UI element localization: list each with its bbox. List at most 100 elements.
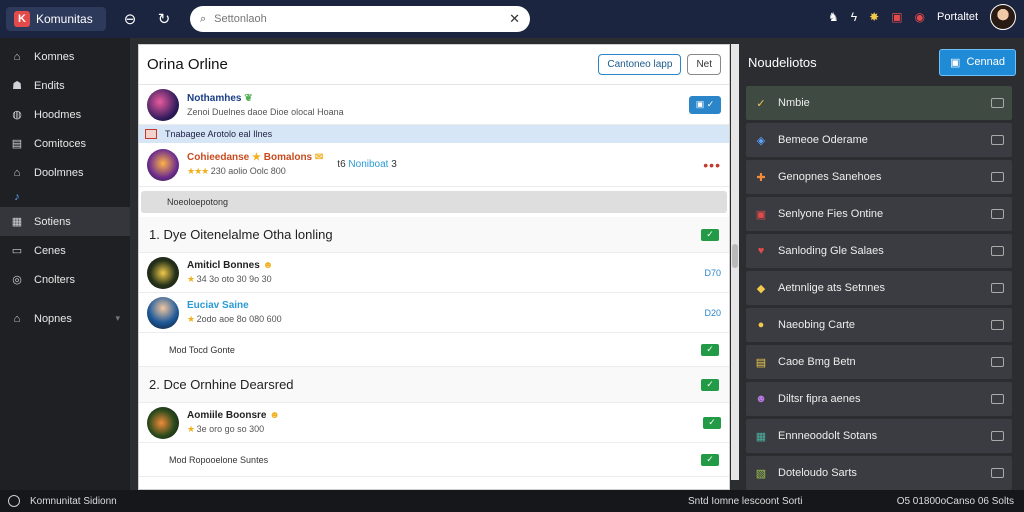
star-icon[interactable]: ✸ [869, 10, 879, 24]
section-header[interactable]: 2. Dce Ornhine Dearsred ✓ [139, 367, 729, 403]
expand-icon[interactable] [991, 320, 1004, 330]
expand-icon[interactable] [991, 394, 1004, 404]
post-author: Nothamhes [187, 92, 242, 104]
search-input[interactable] [214, 13, 502, 25]
controller-icon[interactable]: ♞ [828, 10, 839, 24]
notification-item[interactable]: ✚ Genopnes Sanehoes [746, 160, 1012, 194]
app-name: Komunitas [36, 12, 93, 26]
pin-button[interactable]: ▣ ✓ [689, 95, 721, 114]
chevron-down-icon[interactable]: ▾ [115, 313, 120, 324]
expand-icon[interactable] [991, 172, 1004, 182]
banner-icon [145, 129, 157, 139]
expand-icon[interactable] [991, 357, 1004, 367]
app-brand[interactable]: K Komunitas [6, 7, 106, 31]
list-item[interactable]: Amiticl Bonnes ☻ ★ 34 3o oto 30 9o 30 D7… [139, 253, 729, 293]
check-icon[interactable]: ✓ [701, 378, 719, 391]
sidebar-item-endits[interactable]: ☗ Endits [0, 71, 130, 100]
notification-label: Aetnnlige ats Setnnes [778, 282, 886, 294]
expand-icon[interactable] [991, 431, 1004, 441]
sidebar-item-hoodmes[interactable]: ◍ Hoodmes [0, 100, 130, 129]
list-item[interactable]: Aomiile Boonsre ☻ ★ 3e oro go so 300 ✓ [139, 403, 729, 443]
user-name[interactable]: Portaltet [937, 11, 978, 23]
search-bar[interactable]: ⌕ ✕ [190, 6, 530, 32]
list-item[interactable]: Euciav Saine ★ 2odo aoe 8o 080 600 D20 [139, 293, 729, 333]
post-item[interactable]: Cohieedanse ★ Bomalons ✉ ★★★ 230 aolio O… [139, 143, 729, 187]
sidebar-item-label: Cnolters [34, 273, 75, 286]
sidebar-item-music[interactable]: ♪ [0, 187, 130, 207]
avatar-icon: ☻ [755, 393, 767, 405]
item-label: Mod Tocd Gonte [169, 344, 235, 355]
expand-icon[interactable] [991, 246, 1004, 256]
section-header[interactable]: 1. Dye Oitenelalme Otha lonling ✓ [139, 217, 729, 253]
status-icon[interactable] [8, 495, 20, 507]
collapsed-section-bar[interactable]: Noeoloepotong [141, 191, 727, 213]
user-avatar[interactable] [990, 4, 1016, 30]
sidebar-item-nopnes[interactable]: ⌂ Nopnes ▾ [0, 304, 130, 333]
list-item[interactable]: Mod Tocd Gonte ✓ [139, 333, 729, 367]
notification-item[interactable]: ▦ Ennneoodolt Sotans [746, 419, 1012, 453]
settings-icon: ◎ [12, 274, 22, 286]
create-button[interactable]: ▣ Cennad [939, 48, 1016, 76]
notification-item[interactable]: ▤ Caoe Bmg Betn [746, 345, 1012, 379]
notification-item[interactable]: ▧ Doteloudo Sarts [746, 456, 1012, 490]
more-options-icon[interactable]: ••• [703, 157, 721, 173]
search-icon: ⌕ [200, 12, 207, 25]
expand-icon[interactable] [991, 209, 1004, 219]
post-author: Cohieedanse [187, 152, 250, 163]
sidebar-item-komnes[interactable]: ⌂ Komnes [0, 42, 130, 71]
check-icon[interactable]: ✓ [703, 416, 721, 429]
rating-stars: ★★★ [187, 166, 209, 176]
section-number: 2. [149, 377, 160, 392]
home-icon: ⌂ [13, 166, 21, 179]
post-tag-link[interactable]: Noniboat [348, 159, 388, 170]
post-stats: 230 aolio Oolc 800 [210, 166, 286, 176]
back-icon[interactable]: ⊖ [120, 10, 140, 28]
notification-icon[interactable]: ▣ [891, 10, 902, 24]
expand-icon[interactable] [991, 135, 1004, 145]
right-panel-title: Noudeliotos [748, 54, 817, 70]
check-icon[interactable]: ✓ [701, 228, 719, 241]
main-header: Orina Orline Cantoneo lapp Net [139, 45, 729, 85]
clear-search-icon[interactable]: ✕ [509, 11, 520, 27]
gem-icon: ◆ [756, 282, 766, 295]
map-icon: ▦ [755, 430, 767, 443]
main-scrollbar-thumb[interactable] [732, 244, 738, 268]
monitor-icon: ▭ [11, 245, 23, 257]
notification-item[interactable]: ▣ Senlyone Fies Ontine [746, 197, 1012, 231]
sidebar-item-cnolters[interactable]: ◎ Cnolters [0, 265, 130, 294]
status-mid-text: Sntd Iomne lescoont Sorti [688, 495, 803, 507]
sidebar-item-cenes[interactable]: ▭ Cenes [0, 236, 130, 265]
item-value: D70 [704, 267, 721, 278]
notification-label: Bemeoe Oderame [778, 134, 868, 146]
notification-item[interactable]: ☻ Diltsr fipra aenes [746, 382, 1012, 416]
post-avatar [147, 88, 179, 121]
notification-item[interactable]: ✓ Nmbie [746, 86, 1012, 120]
leaf-icon: ❦ [244, 92, 253, 104]
primary-action-button[interactable]: Cantoneo lapp [598, 54, 682, 75]
notification-item[interactable]: ● Naeobing Carte [746, 308, 1012, 342]
gamepad-icon: ◍ [12, 109, 22, 121]
list-item[interactable]: Mod Ropooelone Suntes ✓ [139, 443, 729, 477]
sidebar-item-comitoces[interactable]: ▤ Comitoces [0, 129, 130, 158]
post-tag-count: 3 [391, 159, 397, 170]
lightning-icon[interactable]: ϟ [851, 10, 857, 24]
item-avatar [147, 256, 179, 289]
refresh-icon[interactable]: ↻ [154, 10, 174, 28]
post-item[interactable]: Nothamhes ❦ Zenoi Duelnes daoe Dioe oloc… [139, 85, 729, 125]
circle-icon: ● [757, 319, 765, 331]
sidebar-item-doolmnes[interactable]: ⌂ Doolmnes [0, 158, 130, 187]
top-right-actions: ♞ ϟ ✸ ▣ ◉ Portaltet [828, 4, 1016, 30]
record-icon[interactable]: ◉ [915, 10, 925, 24]
secondary-action-button[interactable]: Net [687, 54, 721, 75]
expand-icon[interactable] [991, 98, 1004, 108]
check-icon[interactable]: ✓ [701, 343, 719, 356]
notification-label: Genopnes Sanehoes [778, 171, 882, 183]
sidebar-item-sotiens[interactable]: ▦ Sotiens [0, 207, 130, 236]
notification-item[interactable]: ♥ Sanloding Gle Salaes [746, 234, 1012, 268]
expand-icon[interactable] [991, 468, 1004, 478]
notification-item[interactable]: ◆ Aetnnlige ats Setnnes [746, 271, 1012, 305]
notification-item[interactable]: ◈ Bemeoe Oderame [746, 123, 1012, 157]
sidebar-item-label: Cenes [34, 244, 66, 257]
expand-icon[interactable] [991, 283, 1004, 293]
check-icon[interactable]: ✓ [701, 453, 719, 466]
